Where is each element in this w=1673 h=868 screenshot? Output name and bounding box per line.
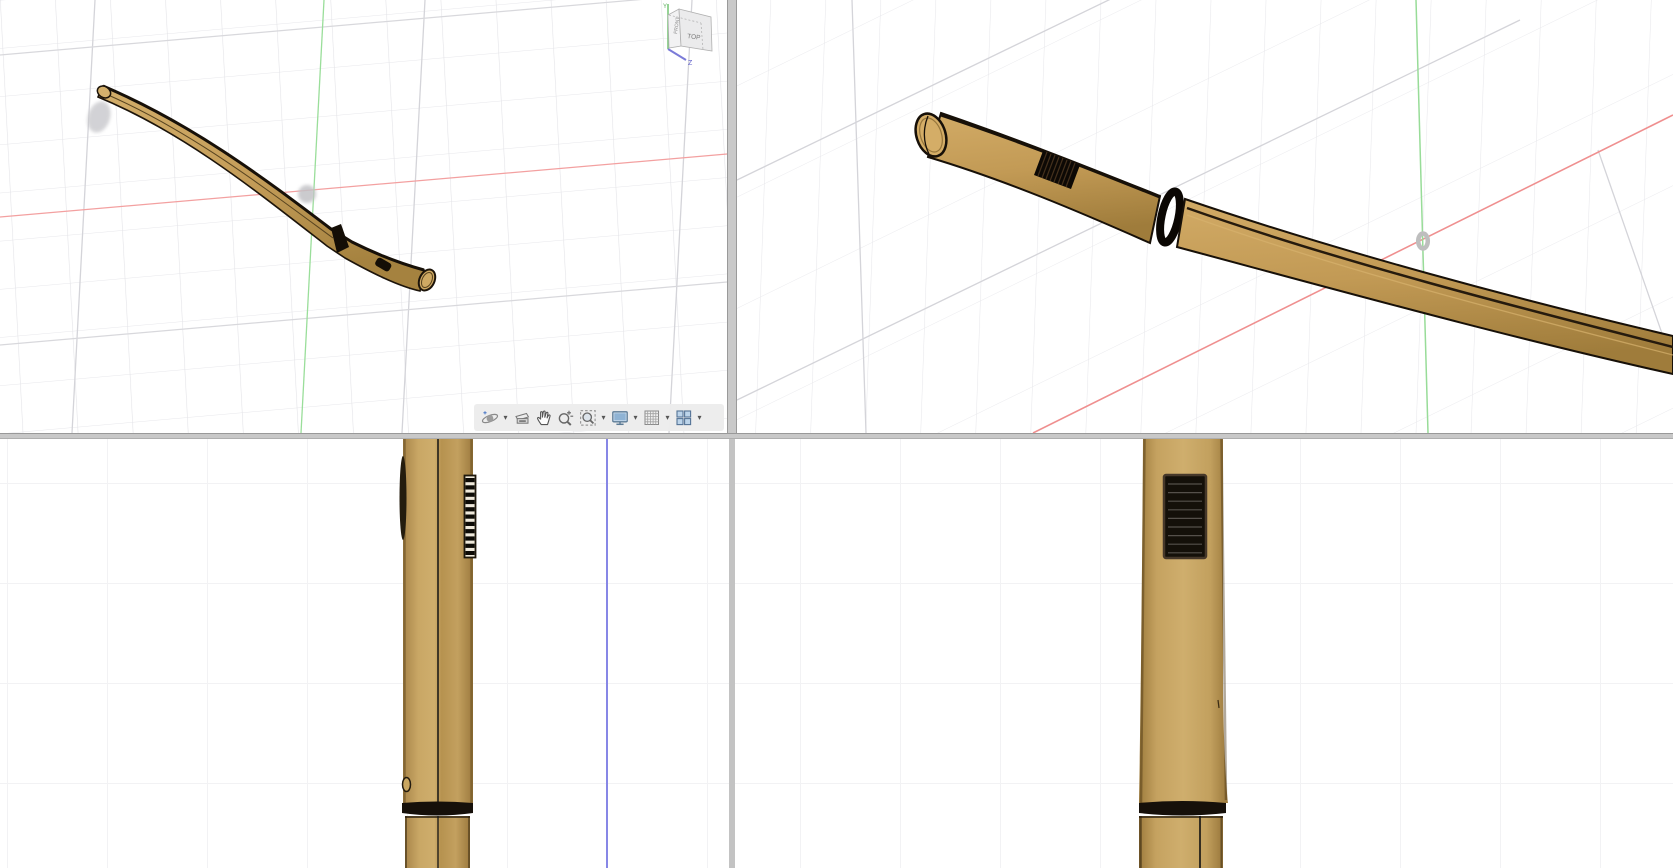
cad-quad-view-canvas: TOP FRONT Y Z ▾: [0, 0, 1673, 868]
viewport-bottom-right-canvas: [735, 439, 1673, 868]
display-settings-icon: [611, 409, 629, 427]
look-at-button[interactable]: [511, 407, 532, 428]
model-sword-ortho-front[interactable]: [1139, 439, 1228, 868]
grid-and-snaps-dropdown-caret[interactable]: ▾: [663, 407, 672, 428]
zoom-button[interactable]: [555, 407, 576, 428]
scabbard-column[interactable]: [1139, 816, 1223, 868]
viewport-bottom-left-canvas: [0, 439, 729, 868]
grid-icon: [643, 409, 661, 427]
pan-button[interactable]: [533, 407, 554, 428]
display-settings-dropdown-caret[interactable]: ▾: [631, 407, 640, 428]
vertical-viewport-divider-top[interactable]: [727, 0, 737, 433]
viewport-top-right[interactable]: [737, 0, 1673, 433]
viewport-top-left-canvas: TOP FRONT Y Z: [0, 0, 727, 433]
viewport-bottom-right[interactable]: [735, 439, 1673, 868]
y-axis-label: Y: [663, 4, 667, 10]
model-sword-ortho-side[interactable]: [400, 439, 476, 868]
look-at-icon: [513, 409, 531, 427]
pin-detail[interactable]: [403, 778, 411, 792]
orbit-icon: [481, 409, 499, 427]
viewport-top-right-canvas: [737, 0, 1673, 433]
ladder-detail[interactable]: [465, 476, 476, 558]
ring-band[interactable]: [1139, 801, 1226, 816]
grid-and-snaps-button[interactable]: [641, 407, 662, 428]
viewports-icon: [675, 409, 693, 427]
grille-detail[interactable]: [1164, 475, 1206, 558]
zoom-icon: [557, 409, 575, 427]
vertical-viewport-divider-bottom[interactable]: [729, 439, 735, 868]
fit-icon: [579, 409, 597, 427]
perspective-grid: [0, 0, 727, 433]
z-axis-line: [606, 439, 608, 868]
viewport-top-left[interactable]: TOP FRONT Y Z ▾: [0, 0, 727, 433]
pan-hand-icon: [535, 409, 553, 427]
fit-dropdown-caret[interactable]: ▾: [599, 407, 608, 428]
viewports-dropdown-caret[interactable]: ▾: [695, 407, 704, 428]
origin-marker[interactable]: [298, 185, 316, 203]
navigation-toolbar: ▾: [474, 404, 724, 431]
display-settings-button[interactable]: [609, 407, 630, 428]
fit-button[interactable]: [577, 407, 598, 428]
z-axis-label: Z: [688, 60, 693, 67]
viewports-button[interactable]: [673, 407, 694, 428]
orbit-button[interactable]: [479, 407, 500, 428]
orbit-dropdown-caret[interactable]: ▾: [501, 407, 510, 428]
grip-edge-on: [400, 456, 407, 540]
horizontal-viewport-divider[interactable]: [0, 433, 1673, 439]
ring-band[interactable]: [402, 802, 473, 816]
viewport-bottom-left[interactable]: [0, 439, 729, 868]
